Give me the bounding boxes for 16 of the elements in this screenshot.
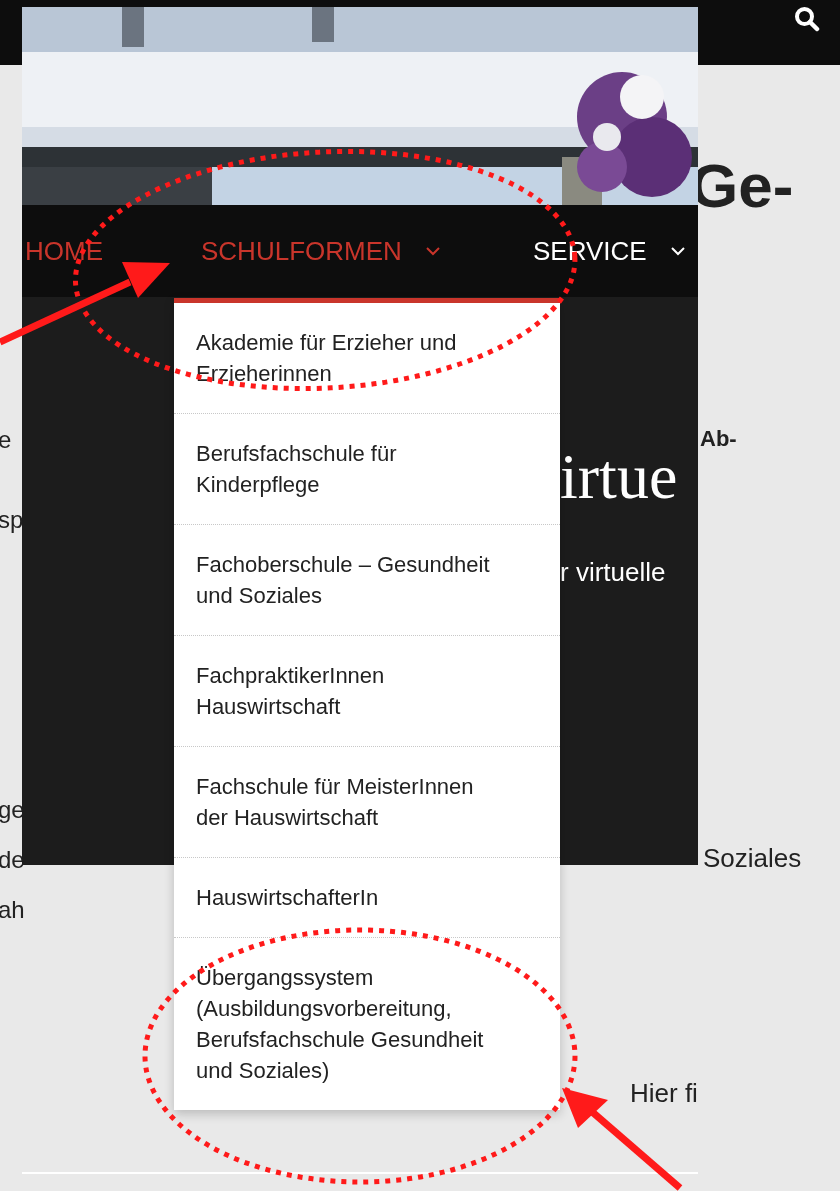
dropdown-item[interactable]: Fachoberschule – Gesundheit und Soziales [174, 525, 560, 636]
dropdown-item[interactable]: Akademie für Erzieher und Erzieherinnen [174, 303, 560, 414]
nav-link[interactable]: SERVICE [533, 238, 647, 264]
search-icon[interactable] [794, 6, 820, 32]
nav-link[interactable]: HOME [25, 238, 103, 264]
body-text: Soziales [703, 845, 802, 871]
dropdown-item[interactable]: Fachschule für MeisterInnen der Hauswirtschaft [174, 747, 560, 858]
body-text: Hier fi [630, 1080, 698, 1106]
dropdown-item[interactable]: HauswirtschafterIn [174, 858, 560, 938]
dropdown-item[interactable]: FachpraktikerInnen Hauswirtschaft [174, 636, 560, 747]
nav-link[interactable]: SCHULFORMEN [201, 238, 402, 264]
hero-subtitle: r virtuelle [560, 559, 666, 585]
dropdown-item[interactable]: Berufsfachschule für Kinderpflege [174, 414, 560, 525]
dropdown-item[interactable]: Übergangssystem (Ausbildungsvorbereitung, Berufsfachschule Gesundheit und Soziales) [174, 938, 560, 1110]
body-text: Ab- [700, 428, 737, 450]
hero-title: irtue [560, 445, 678, 509]
